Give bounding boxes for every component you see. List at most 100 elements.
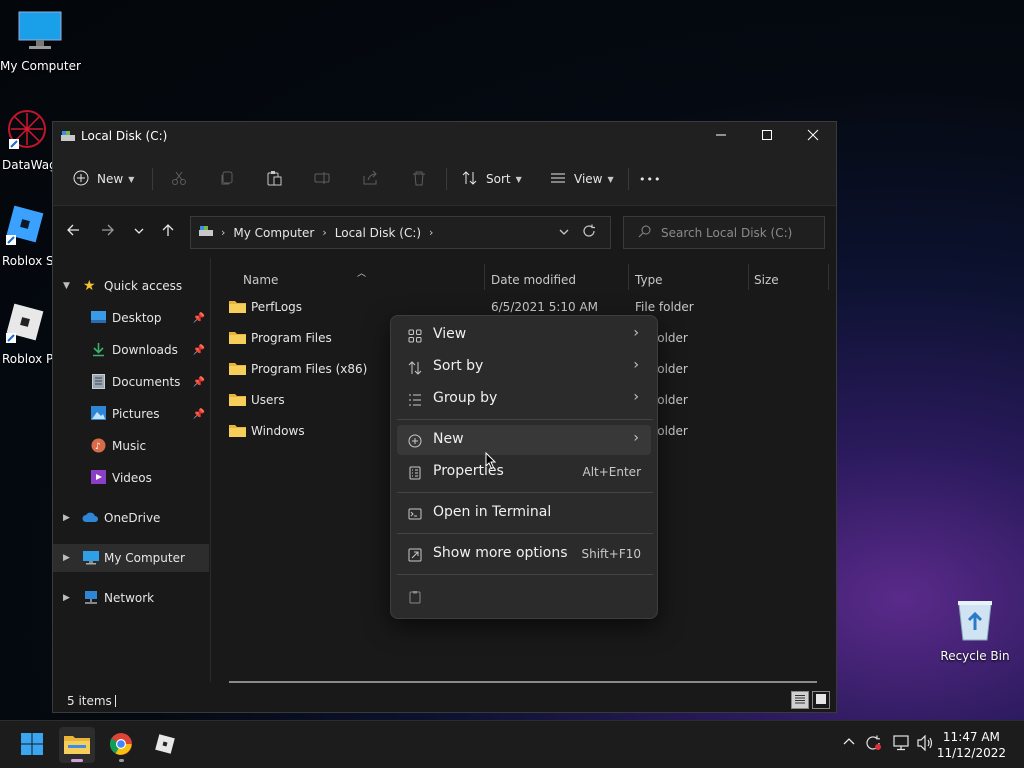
refresh-icon[interactable]	[582, 224, 596, 242]
desktop-icon-label: My Computer	[0, 59, 81, 73]
see-more-button[interactable]: •••	[639, 164, 661, 194]
menu-item-properties[interactable]: Properties Alt+Enter	[397, 457, 651, 487]
rename-button[interactable]	[314, 164, 330, 194]
mouse-cursor	[485, 451, 497, 473]
menu-item-paste[interactable]	[397, 581, 651, 611]
menu-item-sort-by[interactable]: Sort by ›	[397, 352, 651, 382]
column-divider[interactable]	[484, 264, 485, 290]
desktop-icon-roblox-studio[interactable]: Roblox St	[0, 203, 54, 268]
sidebar-item-onedrive[interactable]: ▶ OneDrive	[53, 504, 209, 532]
address-bar[interactable]: › My Computer › Local Disk (C:) ›	[190, 216, 611, 249]
address-history-dropdown[interactable]	[558, 226, 570, 241]
network-icon[interactable]	[892, 735, 910, 755]
chevron-down-icon: ▼	[128, 174, 135, 184]
column-header-type[interactable]: Type	[635, 268, 663, 292]
chevron-up-icon[interactable]	[842, 735, 856, 751]
sidebar-item-desktop[interactable]: Desktop 📌	[53, 304, 209, 332]
clock-date: 11/12/2022	[936, 746, 1006, 760]
sidebar-item-label: Desktop	[112, 311, 162, 325]
sidebar-item-label: Quick access	[104, 279, 183, 293]
sidebar-item-documents[interactable]: Documents 📌	[53, 368, 209, 396]
delete-button[interactable]	[411, 164, 427, 194]
taskbar-clock[interactable]: 11:47 AM 11/12/2022	[937, 729, 1006, 761]
column-divider[interactable]	[628, 264, 629, 290]
arrow-up-icon	[161, 223, 175, 241]
close-icon	[807, 129, 819, 145]
plus-circle-icon	[407, 433, 423, 449]
column-header-size[interactable]: Size	[754, 268, 779, 292]
drive-icon	[199, 225, 213, 240]
desktop-icon-label: Roblox St	[2, 254, 54, 268]
cut-button[interactable]	[171, 164, 187, 194]
menu-item-label: Sort by	[433, 358, 484, 374]
chevron-right-icon: ›	[633, 430, 639, 446]
chevron-right-icon[interactable]: ›	[221, 226, 225, 239]
chevron-right-icon[interactable]: ›	[322, 226, 326, 239]
column-size-label: Size	[754, 273, 779, 287]
chevron-right-icon[interactable]: ▶	[63, 553, 70, 563]
paste-button[interactable]	[266, 164, 282, 194]
forward-button[interactable]	[96, 220, 120, 244]
desktop-icon-recycle-bin[interactable]: Recycle Bin	[935, 598, 1015, 663]
minimize-button[interactable]	[698, 122, 744, 152]
column-divider[interactable]	[828, 264, 829, 290]
taskbar-roblox[interactable]	[147, 727, 183, 763]
menu-item-label: Open in Terminal	[433, 504, 552, 520]
sidebar-item-music[interactable]: ♪ Music	[53, 432, 209, 460]
start-button[interactable]	[14, 727, 50, 763]
drive-icon	[61, 130, 75, 145]
terminal-icon	[407, 506, 423, 522]
close-button[interactable]	[790, 122, 836, 152]
taskbar-chrome[interactable]	[103, 727, 139, 763]
large-icons-view-button[interactable]	[812, 691, 830, 709]
breadcrumb-my-computer[interactable]: My Computer	[233, 226, 314, 240]
menu-item-open-in-terminal[interactable]: Open in Terminal	[397, 498, 651, 528]
column-divider[interactable]	[748, 264, 749, 290]
details-view-button[interactable]	[791, 691, 809, 709]
sidebar-item-pictures[interactable]: Pictures 📌	[53, 400, 209, 428]
navigation-pane: ▼ ★ Quick access Desktop 📌 Downloads 📌 D…	[53, 258, 211, 682]
share-button[interactable]	[362, 164, 378, 194]
up-button[interactable]	[156, 220, 180, 244]
breadcrumb-local-disk[interactable]: Local Disk (C:)	[335, 226, 421, 240]
title-bar[interactable]: Local Disk (C:)	[53, 122, 836, 152]
horizontal-scrollbar[interactable]	[229, 681, 817, 683]
maximize-button[interactable]	[744, 122, 790, 152]
sort-button[interactable]: Sort ▼	[462, 164, 522, 194]
chevron-down-icon[interactable]: ▼	[63, 281, 70, 291]
column-header-date[interactable]: Date modified	[491, 268, 576, 292]
volume-icon[interactable]	[917, 734, 935, 755]
sidebar-item-quick-access[interactable]: ▼ ★ Quick access	[53, 272, 209, 300]
back-button[interactable]	[61, 220, 85, 244]
chevron-right-icon[interactable]: ›	[429, 226, 433, 239]
folder-icon	[229, 361, 246, 378]
sort-icon	[462, 170, 478, 189]
menu-item-show-more-options[interactable]: Show more options Shift+F10	[397, 539, 651, 569]
desktop-icon-datawag[interactable]: DataWag	[0, 107, 60, 172]
recent-locations-button[interactable]	[127, 220, 151, 244]
copy-button[interactable]	[219, 164, 235, 194]
taskbar-file-explorer[interactable]	[59, 727, 95, 763]
desktop-icon-my-computer[interactable]: My Computer	[0, 10, 81, 73]
menu-separator	[397, 419, 653, 420]
roblox-studio-icon	[0, 203, 54, 250]
toolbar-divider	[628, 168, 629, 190]
new-button[interactable]: New ▼	[73, 164, 134, 194]
search-input[interactable]: Search Local Disk (C:)	[623, 216, 825, 249]
sidebar-item-videos[interactable]: Videos	[53, 464, 209, 492]
view-button[interactable]: View ▼	[550, 164, 614, 194]
sidebar-item-my-computer[interactable]: ▶ My Computer	[53, 544, 209, 572]
sidebar-item-network[interactable]: ▶ Network	[53, 584, 209, 612]
menu-item-group-by[interactable]: Group by ›	[397, 384, 651, 414]
menu-item-new[interactable]: New ›	[397, 425, 651, 455]
chevron-down-icon	[133, 223, 145, 241]
column-header-name[interactable]: Name ︿	[243, 268, 483, 292]
desktop-icon-roblox-player[interactable]: Roblox Pl	[0, 301, 54, 366]
active-indicator	[71, 759, 83, 762]
sync-icon[interactable]	[865, 735, 883, 755]
chevron-right-icon[interactable]: ▶	[63, 593, 70, 603]
chevron-right-icon[interactable]: ▶	[63, 513, 70, 523]
menu-item-view[interactable]: View ›	[397, 320, 651, 350]
menu-item-label: View	[433, 326, 467, 342]
sidebar-item-downloads[interactable]: Downloads 📌	[53, 336, 209, 364]
